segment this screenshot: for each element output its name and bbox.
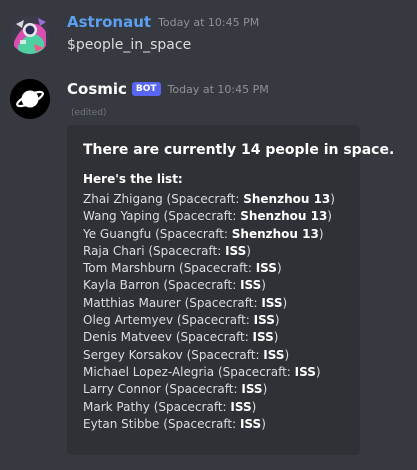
username[interactable]: Astronaut [67, 13, 151, 31]
spacecraft-label: Spacecraft: [183, 261, 256, 276]
planet-icon [10, 79, 50, 119]
spacecraft-label: Spacecraft: [191, 347, 264, 362]
spacecraft-name: ISS [255, 261, 277, 276]
spacecraft-name: Shenzhou 13 [240, 209, 328, 224]
spacecraft-label: Spacecraft: [189, 295, 262, 310]
bot-embed: There are currently 14 people in space. … [67, 125, 394, 455]
edited-label: (edited) [71, 108, 107, 118]
spacecraft-name: ISS [252, 330, 274, 345]
username[interactable]: Cosmic [67, 80, 127, 98]
person-name: Zhai Zhigang [83, 192, 163, 206]
person-list-item: Matthias Maurer (Spacecraft: ISS) [83, 295, 288, 310]
person-list-item: Denis Matveev (Spacecraft: ISS) [83, 330, 279, 345]
spacecraft-name: ISS [241, 382, 263, 397]
person-name: Raja Chari [83, 243, 145, 258]
spacecraft-label: Spacecraft: [168, 278, 241, 293]
cosmic-avatar[interactable] [10, 79, 50, 119]
person-list-item: Oleg Artemyev (Spacecraft: ISS) [83, 313, 280, 328]
spacecraft-name: ISS [261, 295, 283, 310]
astronaut-art-avatar-icon [10, 14, 50, 54]
person-name: Wang Yaping [83, 209, 160, 224]
person-name: Michael Lopez-Alegria [83, 364, 215, 379]
bot-tag: BOT [131, 82, 161, 96]
spacecraft-label: Spacecraft: [222, 364, 295, 379]
person-name: Sergey Korsakov [83, 347, 183, 362]
person-name: Kayla Barron [83, 278, 160, 293]
spacecraft-label: Spacecraft: [159, 226, 232, 241]
person-name: Eytan Stibbe [83, 416, 160, 431]
person-list-item: Sergey Korsakov (Spacecraft: ISS) [83, 347, 290, 362]
person-list-item: Larry Connor (Spacecraft: ISS) [83, 382, 268, 397]
person-list-item: Mark Pathy (Spacecraft: ISS) [83, 399, 257, 414]
person-list-item: Michael Lopez-Alegria (Spacecraft: ISS) [83, 364, 321, 379]
person-list-item: Tom Marshburn (Spacecraft: ISS) [83, 261, 282, 276]
spacecraft-name: ISS [294, 364, 316, 379]
person-name: Larry Connor [83, 382, 161, 397]
timestamp: Today at 10:45 PM [167, 82, 269, 96]
astronaut-avatar[interactable] [10, 14, 50, 54]
message-text: $people_in_space [67, 37, 192, 53]
person-name: Denis Matveev [83, 330, 173, 345]
spacecraft-label: Spacecraft: [169, 382, 242, 397]
spacecraft-name: ISS [253, 313, 275, 328]
spacecraft-name: ISS [240, 278, 262, 293]
timestamp: Today at 10:45 PM [158, 15, 260, 29]
person-list-item: Raja Chari (Spacecraft: ISS) [83, 243, 251, 258]
spacecraft-label: Spacecraft: [180, 330, 253, 345]
spacecraft-label: Spacecraft: [158, 399, 231, 414]
person-name: Tom Marshburn [83, 261, 176, 276]
person-list-item: Kayla Barron (Spacecraft: ISS) [83, 278, 266, 293]
person-name: Matthias Maurer [83, 295, 181, 310]
embed-title: There are currently 14 people in space. [83, 142, 395, 158]
spacecraft-name: ISS [230, 399, 252, 414]
spacecraft-name: ISS [225, 243, 247, 258]
spacecraft-name: ISS [239, 416, 262, 431]
people-list: Zhai Zhigang (Spacecraft: Shenzhou 13) Wa… [83, 191, 335, 433]
person-list-item: Wang Yaping (Spacecraft: Shenzhou 13) [83, 209, 332, 224]
spacecraft-label: Spacecraft: [153, 243, 226, 258]
spacecraft-name: Shenzhou 13 [243, 192, 331, 206]
embed-subtitle: Here's the list: [83, 172, 183, 186]
person-name: Oleg Artemyev [83, 313, 174, 328]
person-name: Ye Guangfu [83, 226, 152, 241]
person-list-item: Eytan Stibbe (Spacecraft: ISS) [83, 416, 266, 431]
message-header: Astronaut Today at 10:45 PM [67, 13, 259, 31]
person-list-item: Ye Guangfu (Spacecraft: Shenzhou 13) [83, 226, 324, 241]
person-list-item: Zhai Zhigang (Spacecraft: Shenzhou 13) [83, 192, 335, 206]
spacecraft-label: Spacecraft: [181, 313, 254, 328]
spacecraft-name: Shenzhou 13 [231, 226, 319, 241]
spacecraft-label: Spacecraft: [168, 209, 241, 224]
message-header: Cosmic BOT Today at 10:45 PM [67, 80, 269, 98]
spacecraft-name: ISS [263, 347, 285, 362]
spacecraft-label: Spacecraft: [167, 416, 240, 431]
spacecraft-label: Spacecraft: [171, 192, 244, 206]
person-name: Mark Pathy [83, 399, 150, 414]
